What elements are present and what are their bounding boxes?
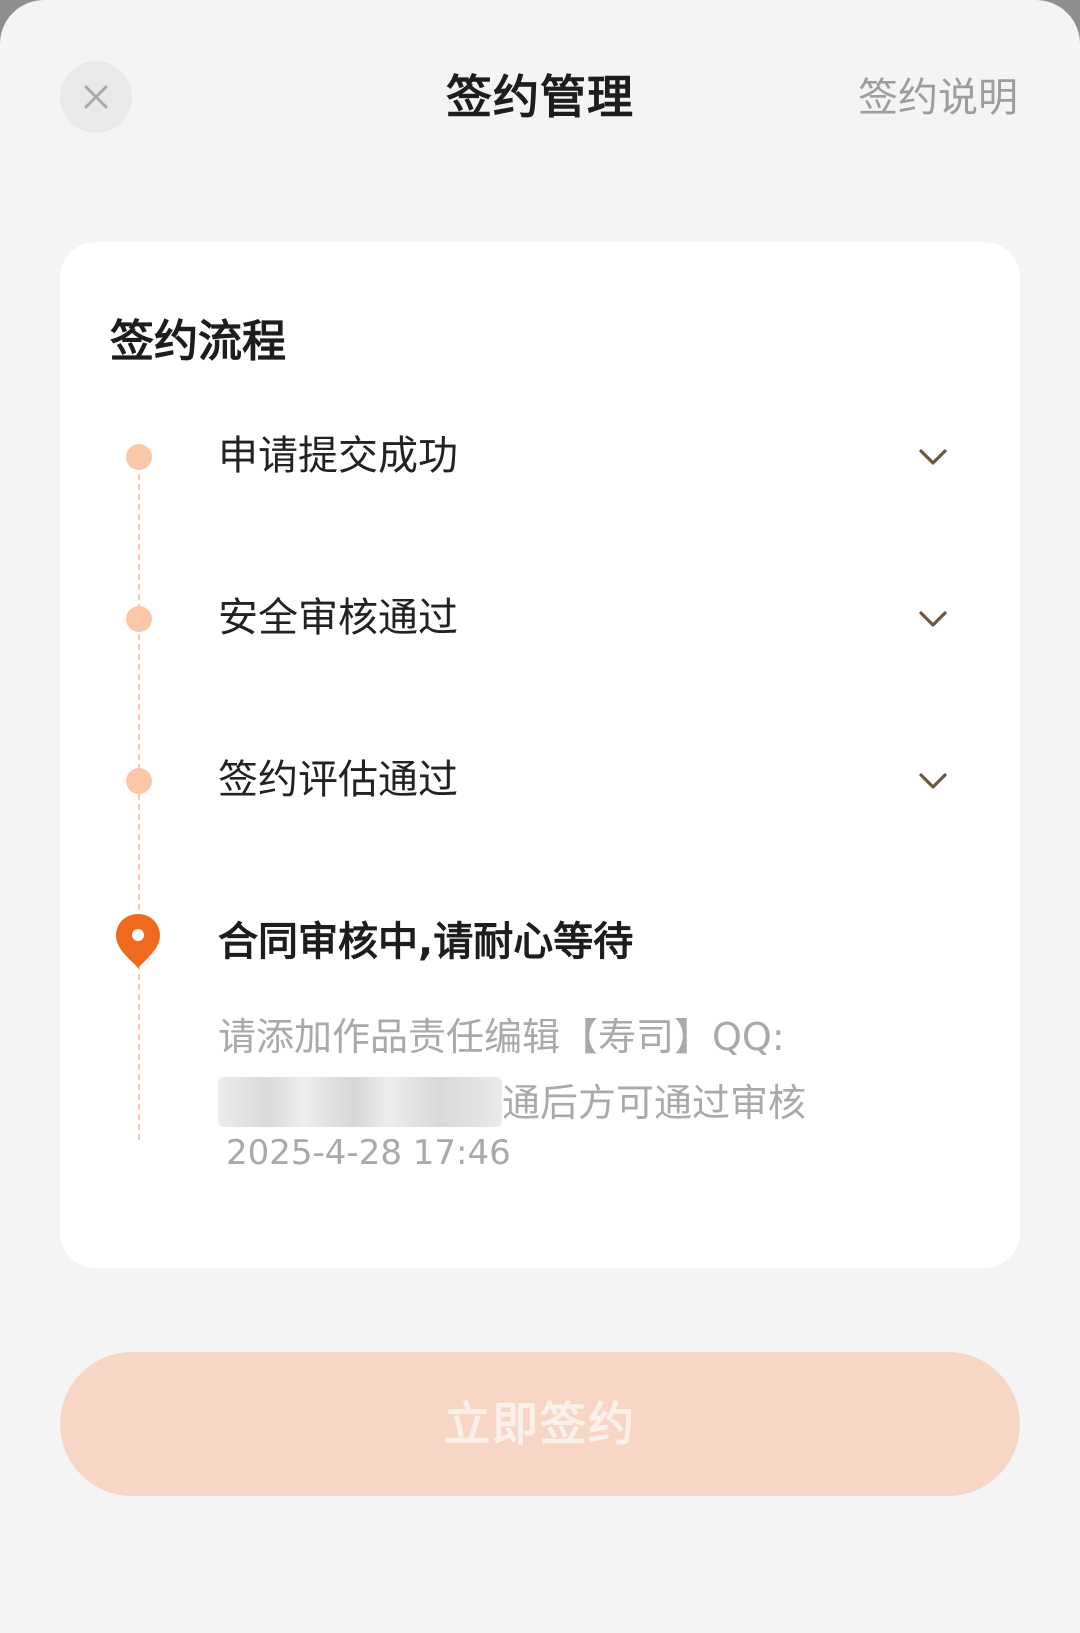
- card-title: 签约流程: [110, 316, 286, 367]
- current-step-description: 请添加作品责任编辑【寿司】QQ: 通后方可通过审核: [218, 1004, 878, 1136]
- step-label: 签约评估通过: [218, 757, 458, 803]
- step-label: 安全审核通过: [218, 595, 458, 641]
- description-line-2: 通后方可通过审核: [502, 1081, 807, 1125]
- step-label: 申请提交成功: [218, 433, 458, 479]
- location-pin-icon: [114, 912, 162, 970]
- sign-help-link[interactable]: 签约说明: [858, 70, 1018, 126]
- current-step-label: 合同审核中,请耐心等待: [218, 919, 634, 965]
- step-dot-icon: [126, 606, 152, 632]
- sign-process-card: 签约流程 申请提交成功 安全审核通过 签约评估通过 合同审核中,请耐心等待 请添…: [60, 242, 1020, 1268]
- sign-now-button[interactable]: 立即签约: [60, 1352, 1020, 1496]
- sign-management-sheet: 签约管理 签约说明 签约流程 申请提交成功 安全审核通过 签约评估通过 合同审核…: [0, 0, 1080, 1633]
- redacted-qq-number: [218, 1076, 502, 1127]
- chevron-down-icon[interactable]: [916, 440, 950, 474]
- step-dot-icon: [126, 444, 152, 470]
- step-item[interactable]: 签约评估通过: [60, 740, 1020, 820]
- description-line-1: 请添加作品责任编辑【寿司】QQ:: [218, 1015, 785, 1059]
- step-item[interactable]: 安全审核通过: [60, 578, 1020, 658]
- step-item[interactable]: 申请提交成功: [60, 416, 1020, 496]
- current-step-timestamp: 2025-4-28 17:46: [226, 1133, 511, 1173]
- chevron-down-icon[interactable]: [916, 602, 950, 636]
- chevron-down-icon[interactable]: [916, 764, 950, 798]
- step-dot-icon: [126, 768, 152, 794]
